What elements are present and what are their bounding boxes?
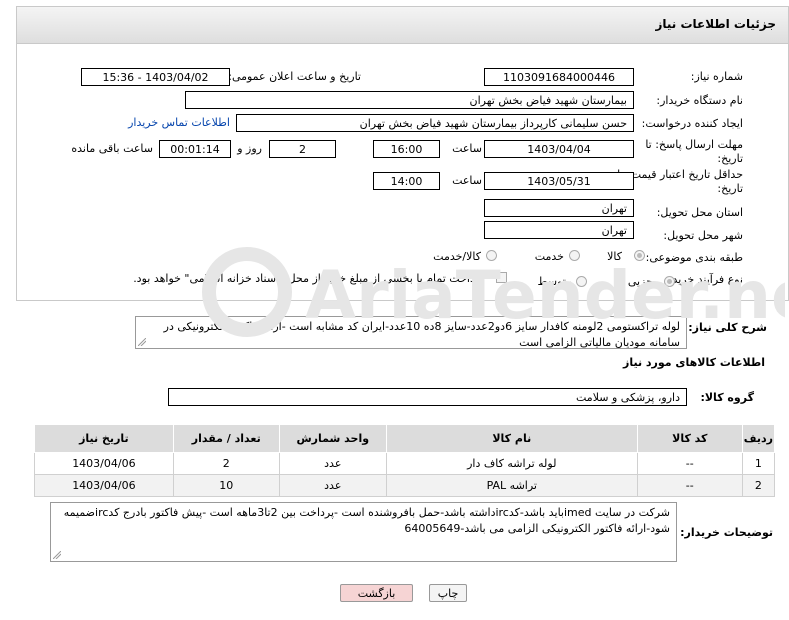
cell-row-num: 2 [741,474,776,497]
process-label: نوع فرآیند خرید : [665,273,743,286]
deadline-time-label: ساعت [452,142,482,155]
table-row: 1 -- لوله تراشه کاف دار عدد 2 1403/04/06 [34,452,776,475]
buyer-field: بیمارستان شهید فیاض بخش تهران [185,91,634,109]
creator-field: حسن سلیمانی کارپرداز بیمارستان شهید فیاض… [236,114,634,132]
process-medium-label: متوسط [537,275,572,288]
cell-need-date: 1403/04/06 [34,474,174,497]
process-minor-radio[interactable] [664,276,675,287]
description-label: شرح کلی نیاز: [688,321,767,334]
buyer-label: نام دستگاه خریدار: [656,94,743,107]
col-header-goods-name: نام کالا [385,424,638,453]
buyer-notes-textarea[interactable]: شرکت در سایت imedباید باشد-کدircداشته با… [50,502,677,562]
print-button[interactable]: چاپ [429,584,467,602]
cell-need-date: 1403/04/06 [34,452,174,475]
table-header-row: ردیف کد کالا نام کالا واحد شمارش تعداد /… [34,424,776,453]
cell-row-num: 1 [741,452,776,475]
table-row: 2 -- تراشه PAL عدد 10 1403/04/06 [34,474,776,497]
cell-goods-name: تراشه PAL [385,474,638,497]
category-goods-radio[interactable] [634,250,645,261]
description-text: لوله تراکستومی 2لومنه کافدار سایز 6دو2عد… [163,320,680,349]
resize-grip-icon[interactable] [138,338,146,346]
city-label: شهر محل تحویل: [663,229,743,242]
cell-quantity: 2 [172,452,280,475]
buyer-notes-text: شرکت در سایت imedباید باشد-کدircداشته با… [63,506,670,535]
province-label: استان محل تحویل: [656,206,743,219]
panel-title: جزئیات اطلاعات نیاز [655,17,776,31]
category-goods-service-radio[interactable] [486,250,497,261]
price-validity-time-label: ساعت [452,174,482,187]
process-minor-label: جزیی [627,275,653,288]
treasury-bonds-checkbox[interactable] [496,272,507,283]
treasury-bonds-note: پرداخت تمام یا بخشی از مبلغ خرید،از محل … [133,272,484,285]
deadline-time-field: 16:00 [373,140,440,158]
col-header-need-date: تاریخ نیاز [34,424,174,453]
cell-quantity: 10 [172,474,280,497]
province-field: تهران [484,199,634,217]
category-service-radio[interactable] [569,250,580,261]
deadline-label-line1: مهلت ارسال پاسخ: تا [645,138,743,151]
announce-label: تاریخ و ساعت اعلان عمومی: [228,70,361,83]
cell-goods-code: -- [636,474,743,497]
col-header-unit: واحد شمارش [278,424,387,453]
col-header-quantity: تعداد / مقدار [172,424,280,453]
category-service-label: خدمت [534,250,564,263]
goods-info-title: اطلاعات کالاهای مورد نیاز [623,356,765,369]
buyer-notes-label: توضیحات خریدار: [680,526,773,539]
goods-group-label: گروه کالا: [700,391,754,404]
description-textarea[interactable]: لوله تراکستومی 2لومنه کافدار سایز 6دو2عد… [135,316,687,349]
goods-group-field: دارو، پزشکی و سلامت [168,388,687,406]
need-number-label: شماره نیاز: [690,70,743,83]
goods-table: ردیف کد کالا نام کالا واحد شمارش تعداد /… [34,424,776,497]
category-label: طبقه بندی موضوعی: [645,251,743,264]
days-remaining-field: 2 [269,140,336,158]
cell-goods-name: لوله تراشه کاف دار [385,452,638,475]
buyer-contact-link[interactable]: اطلاعات تماس خریدار [128,116,230,129]
time-remaining-label: ساعت باقی مانده [71,142,153,155]
creator-label: ایجاد کننده درخواست: [641,117,743,130]
price-validity-date-field: 1403/05/31 [484,172,634,190]
cell-unit: عدد [278,474,387,497]
back-button[interactable]: بازگشت [340,584,413,602]
category-goods-label: کالا [607,250,622,263]
deadline-date-field: 1403/04/04 [484,140,634,158]
category-goods-service-label: کالا/خدمت [433,250,481,263]
price-validity-time-field: 14:00 [373,172,440,190]
deadline-label-line2: تاریخ: [717,152,743,165]
price-validity-label-line1: حداقل تاریخ اعتبار قیمت: تا [617,168,743,181]
announce-datetime-field: 1403/04/02 - 15:36 [81,68,230,86]
cell-unit: عدد [278,452,387,475]
col-header-row-num: ردیف [741,424,776,453]
days-label: روز و [237,142,262,155]
time-remaining-field: 00:01:14 [159,140,231,158]
resize-grip-icon[interactable] [53,551,61,559]
panel-header: جزئیات اطلاعات نیاز [17,7,788,44]
price-validity-label-line2: تاریخ: [717,182,743,195]
need-number-field: 1103091684000446 [484,68,634,86]
col-header-goods-code: کد کالا [636,424,743,453]
cell-goods-code: -- [636,452,743,475]
process-medium-radio[interactable] [576,276,587,287]
city-field: تهران [484,221,634,239]
